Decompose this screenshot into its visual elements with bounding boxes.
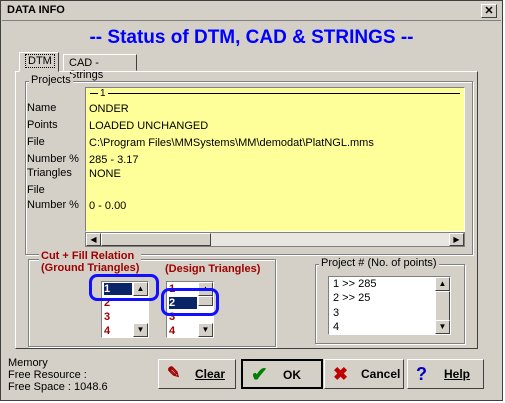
label-file: File (27, 136, 45, 148)
scroll-down-icon[interactable]: ▼ (435, 320, 450, 334)
label-tri-number: Number % (27, 199, 79, 211)
label-tri-file: File (27, 184, 45, 196)
value-tri-number: 0 - 0.00 (89, 200, 127, 212)
value-number: 285 - 3.17 (89, 154, 139, 166)
memory-label: Memory (8, 357, 48, 369)
window-title: DATA INFO (7, 4, 65, 16)
clear-button[interactable]: ✎ Clear (158, 359, 236, 389)
scroll-thumb[interactable] (101, 233, 211, 246)
label-triangles: Triangles (27, 167, 72, 179)
data-info-window: DATA INFO ✕ -- Status of DTM, CAD & STRI… (0, 0, 503, 401)
scroll-down-icon[interactable]: ▼ (198, 323, 213, 337)
project-points-list[interactable]: 1 >> 285 2 >> 25 3 4 ▲ ▼ (328, 276, 451, 335)
project-number: 1 (98, 88, 108, 99)
list-item[interactable]: 3 (333, 307, 339, 319)
selection-highlight (89, 274, 159, 301)
list-item[interactable]: 1 >> 285 (333, 278, 376, 290)
label-points: Points (27, 119, 58, 131)
cut-fill-label: Cut + Fill Relation (Ground Triangles) (39, 250, 142, 274)
scroll-down-icon[interactable]: ▼ (133, 323, 148, 337)
list-item[interactable]: 4 (333, 321, 339, 333)
title-bar: DATA INFO ✕ (2, 2, 501, 21)
cut-fill-label-line2: (Ground Triangles) (41, 262, 140, 274)
close-button[interactable]: ✕ (481, 4, 497, 18)
cut-fill-label-line1: Cut + Fill Relation (41, 250, 135, 262)
tab-dtm-label: DTM (25, 54, 55, 68)
check-icon: ✔ (251, 364, 268, 386)
list-item[interactable]: 4 (104, 325, 110, 337)
list-item[interactable]: 3 (104, 311, 110, 323)
scroll-left-icon[interactable]: ◀ (86, 233, 101, 246)
free-space-label: Free Space : 1048.6 (8, 381, 108, 393)
ok-button-label: OK (283, 368, 301, 382)
scroll-up-icon[interactable]: ▲ (435, 277, 450, 291)
design-triangles-label: (Design Triangles) (163, 263, 263, 275)
question-icon: ? (416, 364, 427, 384)
ok-button[interactable]: ✔ OK (241, 359, 323, 389)
cancel-button-label: Cancel (361, 367, 401, 381)
value-triangles: NONE (89, 168, 121, 180)
separator (90, 93, 460, 94)
close-icon: ✕ (484, 5, 494, 17)
project-points-label: Project # (No. of points) (319, 257, 439, 269)
value-name: ONDER (89, 103, 129, 115)
list-item[interactable]: 2 >> 25 (333, 292, 370, 304)
cancel-button[interactable]: ✖ Cancel (324, 359, 404, 389)
projects-group-label: Projects (29, 74, 73, 86)
value-file: C:\Program Files\MMSystems\MM\demodat\Pl… (89, 137, 374, 149)
scroll-thumb[interactable] (435, 291, 450, 321)
scroll-right-icon[interactable]: ▶ (449, 233, 464, 246)
clear-button-label: Clear (195, 367, 226, 381)
eraser-icon: ✎ (167, 365, 181, 382)
value-points: LOADED UNCHANGED (89, 120, 209, 132)
label-number: Number % (27, 153, 79, 165)
project-info-panel: 1 ONDER LOADED UNCHANGED C:\Program File… (85, 87, 465, 232)
tab-dtm[interactable]: DTM (19, 52, 59, 72)
help-button-label: Help (444, 367, 471, 381)
selection-highlight (161, 288, 219, 316)
tab-cad-strings[interactable]: CAD - Strings (63, 54, 137, 81)
x-icon: ✖ (333, 364, 349, 384)
free-resource-label: Free Resource : (8, 369, 87, 381)
list-item[interactable]: 4 (169, 325, 175, 337)
horizontal-scrollbar[interactable]: ◀ ▶ (85, 232, 465, 247)
label-name: Name (27, 102, 57, 114)
page-title: -- Status of DTM, CAD & STRINGS -- (89, 27, 414, 48)
help-button[interactable]: ? Help (407, 359, 484, 389)
